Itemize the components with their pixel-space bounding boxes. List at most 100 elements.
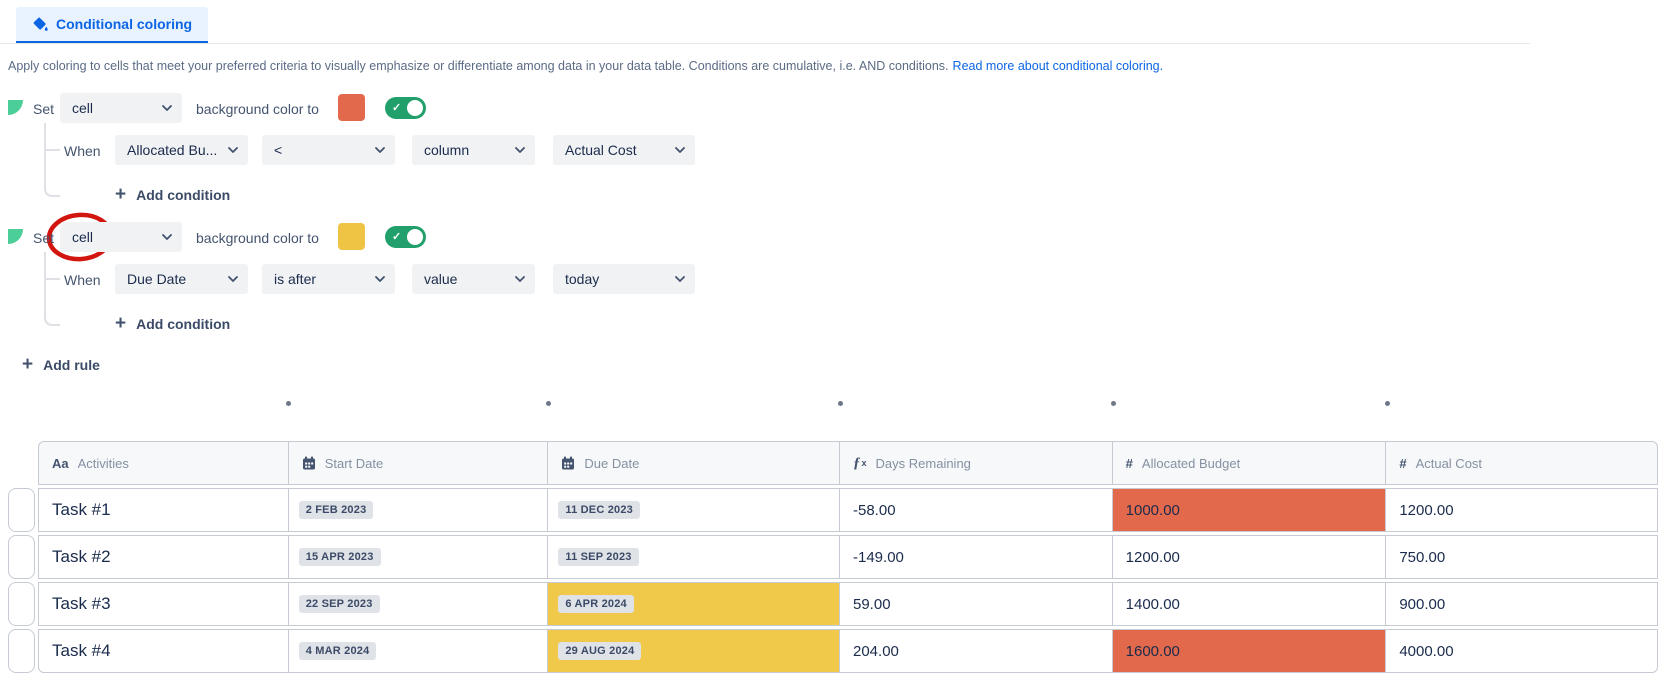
date-chip: 6 APR 2024 <box>558 595 634 613</box>
column-label: Allocated Budget <box>1142 456 1240 471</box>
rule2-add-condition-button[interactable]: +Add condition <box>115 316 230 332</box>
dropdown-value: cell <box>72 229 93 245</box>
set-label: Set <box>33 101 54 117</box>
plus-icon: + <box>22 358 33 372</box>
when-label: When <box>64 272 101 288</box>
number-value: 750.00 <box>1399 549 1445 566</box>
table-row: Task #2 15 APR 2023 11 SEP 2023 -149.00 … <box>38 535 1658 579</box>
rule1-add-condition-button[interactable]: + Add condition <box>115 187 230 203</box>
days-remaining-cell[interactable]: 204.00 <box>840 630 1113 672</box>
rule1-color-swatch[interactable] <box>338 94 365 121</box>
dropdown-value: cell <box>72 100 93 116</box>
days-remaining-cell[interactable]: -58.00 <box>840 489 1113 531</box>
due-date-cell[interactable]: 29 AUG 2024 <box>548 630 840 672</box>
date-chip: 29 AUG 2024 <box>558 642 641 660</box>
row-drag-handle[interactable] <box>8 629 35 673</box>
column-resize-handle[interactable] <box>1385 401 1390 406</box>
column-resize-handle[interactable] <box>838 401 843 406</box>
number-value: 1200.00 <box>1399 502 1453 519</box>
table-row: Task #1 2 FEB 2023 11 DEC 2023 -58.00 10… <box>38 488 1658 532</box>
column-header-activities[interactable]: Aa Activities <box>39 442 289 484</box>
column-label: Days Remaining <box>876 456 971 471</box>
rule1-target-dropdown[interactable]: cell <box>60 93 182 123</box>
plus-icon: + <box>115 188 126 202</box>
number-value: 900.00 <box>1399 596 1445 613</box>
start-date-cell[interactable]: 15 APR 2023 <box>289 536 549 578</box>
number-value: 1400.00 <box>1126 596 1180 613</box>
start-date-cell[interactable]: 22 SEP 2023 <box>289 583 549 625</box>
allocated-budget-cell[interactable]: 1000.00 <box>1113 489 1387 531</box>
tabs-divider <box>0 43 1530 44</box>
rule1-compare-type-dropdown[interactable]: column <box>412 135 535 165</box>
dropdown-value: column <box>424 142 469 158</box>
allocated-budget-cell[interactable]: 1600.00 <box>1113 630 1387 672</box>
allocated-budget-cell[interactable]: 1200.00 <box>1113 536 1387 578</box>
tab-conditional-coloring[interactable]: Conditional coloring <box>16 7 208 44</box>
activity-cell[interactable]: Task #2 <box>39 536 289 578</box>
add-rule-button[interactable]: +Add rule <box>22 357 100 373</box>
tab-label: Conditional coloring <box>56 16 192 32</box>
days-remaining-cell[interactable]: -149.00 <box>840 536 1113 578</box>
activity-cell[interactable]: Task #4 <box>39 630 289 672</box>
background-color-label: background color to <box>196 230 319 246</box>
date-chip: 22 SEP 2023 <box>299 595 380 613</box>
actual-cost-cell[interactable]: 900.00 <box>1386 583 1657 625</box>
column-header-actual-cost[interactable]: # Actual Cost <box>1386 442 1657 484</box>
rule1-field-dropdown[interactable]: Allocated Bu... <box>115 135 248 165</box>
start-date-cell[interactable]: 2 FEB 2023 <box>289 489 549 531</box>
due-date-cell[interactable]: 6 APR 2024 <box>548 583 840 625</box>
due-date-cell[interactable]: 11 DEC 2023 <box>548 489 840 531</box>
rule2-target-dropdown[interactable]: cell <box>60 222 182 252</box>
number-value: 59.00 <box>853 596 891 613</box>
date-chip: 11 DEC 2023 <box>558 501 640 519</box>
add-condition-label: Add condition <box>136 187 230 203</box>
column-label: Activities <box>78 456 129 471</box>
rule2-field-dropdown[interactable]: Due Date <box>115 264 248 294</box>
number-value: 1200.00 <box>1126 549 1180 566</box>
column-header-days-remaining[interactable]: ƒx Days Remaining <box>840 442 1113 484</box>
due-date-cell[interactable]: 11 SEP 2023 <box>548 536 840 578</box>
table-header: Aa Activities Start Date Due Date ƒx Day… <box>38 441 1658 485</box>
rule2-compare-type-dropdown[interactable]: value <box>412 264 535 294</box>
row-drag-handle[interactable] <box>8 582 35 626</box>
activity-text: Task #3 <box>52 594 111 614</box>
rule1-compare-value-dropdown[interactable]: Actual Cost <box>553 135 695 165</box>
conditional-coloring-panel: Conditional coloring Apply coloring to c… <box>0 0 1667 679</box>
chevron-down-icon <box>375 276 385 282</box>
chevron-down-icon <box>675 147 685 153</box>
text-type-icon: Aa <box>52 456 69 471</box>
activity-cell[interactable]: Task #1 <box>39 489 289 531</box>
column-header-allocated-budget[interactable]: # Allocated Budget <box>1113 442 1387 484</box>
column-header-start-date[interactable]: Start Date <box>289 442 549 484</box>
rule1-enabled-toggle[interactable]: ✓ <box>385 97 426 119</box>
row-drag-handle[interactable] <box>8 535 35 579</box>
dropdown-value: today <box>565 271 599 287</box>
allocated-budget-cell[interactable]: 1400.00 <box>1113 583 1387 625</box>
chevron-down-icon <box>515 147 525 153</box>
start-date-cell[interactable]: 4 MAR 2024 <box>289 630 549 672</box>
rule2-color-swatch[interactable] <box>338 223 365 250</box>
toggle-knob <box>407 229 423 245</box>
rule2-compare-value-dropdown[interactable]: today <box>553 264 695 294</box>
background-color-label: background color to <box>196 101 319 117</box>
rule2-enabled-toggle[interactable]: ✓ <box>385 226 426 248</box>
rule2-operator-dropdown[interactable]: is after <box>262 264 395 294</box>
number-value: 1600.00 <box>1126 643 1180 660</box>
column-resize-handle[interactable] <box>286 401 291 406</box>
number-value: -58.00 <box>853 502 896 519</box>
actual-cost-cell[interactable]: 4000.00 <box>1386 630 1657 672</box>
row-drag-handle[interactable] <box>8 488 35 532</box>
activity-cell[interactable]: Task #3 <box>39 583 289 625</box>
days-remaining-cell[interactable]: 59.00 <box>840 583 1113 625</box>
column-resize-handle[interactable] <box>546 401 551 406</box>
rule1-operator-dropdown[interactable]: < <box>262 135 395 165</box>
chevron-down-icon <box>162 234 172 240</box>
chevron-down-icon <box>228 147 238 153</box>
number-value: 1000.00 <box>1126 502 1180 519</box>
actual-cost-cell[interactable]: 750.00 <box>1386 536 1657 578</box>
read-more-link[interactable]: Read more about conditional coloring. <box>953 59 1164 73</box>
actual-cost-cell[interactable]: 1200.00 <box>1386 489 1657 531</box>
column-resize-handle[interactable] <box>1111 401 1116 406</box>
table-row: Task #3 22 SEP 2023 6 APR 2024 59.00 140… <box>38 582 1658 626</box>
column-header-due-date[interactable]: Due Date <box>548 442 840 484</box>
